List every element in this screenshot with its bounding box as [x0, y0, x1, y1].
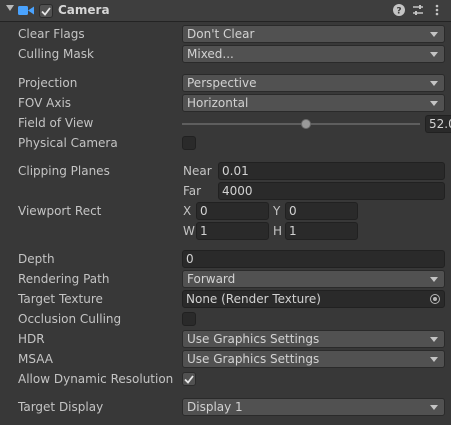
preset-icon[interactable] — [411, 3, 425, 17]
chevron-down-icon — [430, 277, 438, 282]
far-label: Far — [183, 184, 202, 198]
clear-flags-label: Clear Flags — [18, 27, 85, 41]
physical-camera-checkbox[interactable] — [182, 136, 196, 150]
chevron-down-icon — [430, 32, 438, 37]
depth-label: Depth — [18, 252, 55, 266]
msaa-label: MSAA — [18, 352, 53, 366]
field-of-view-label: Field of View — [18, 116, 94, 130]
more-options-icon[interactable] — [430, 3, 444, 17]
svg-text:?: ? — [396, 7, 401, 17]
fov-axis-value: Horizontal — [187, 96, 249, 110]
field-of-view-input[interactable]: 52.0322 — [425, 115, 451, 133]
viewport-x-input[interactable]: 0 — [196, 202, 269, 220]
allow-dynamic-resolution-label: Allow Dynamic Resolution — [18, 372, 174, 386]
near-clip-input[interactable]: 0.01 — [218, 162, 445, 180]
checkmark-icon — [184, 374, 194, 384]
object-picker-icon[interactable] — [430, 294, 440, 304]
culling-mask-dropdown[interactable]: Mixed... — [182, 45, 445, 63]
msaa-dropdown[interactable]: Use Graphics Settings — [182, 350, 445, 368]
projection-label: Projection — [18, 76, 78, 90]
clear-flags-dropdown[interactable]: Don't Clear — [182, 25, 445, 43]
depth-input[interactable]: 0 — [182, 250, 445, 268]
rendering-path-label: Rendering Path — [18, 272, 110, 286]
target-display-dropdown[interactable]: Display 1 — [182, 398, 445, 416]
far-clip-input[interactable]: 4000 — [218, 182, 445, 200]
target-display-label: Target Display — [18, 400, 104, 414]
rendering-path-value: Forward — [187, 272, 236, 286]
fov-axis-label: FOV Axis — [18, 96, 72, 110]
target-texture-object-field[interactable]: None (Render Texture) — [182, 290, 445, 308]
viewport-w-input[interactable]: 1 — [196, 222, 269, 240]
viewport-rect-label: Viewport Rect — [18, 204, 102, 218]
viewport-h-label: H — [273, 224, 283, 238]
chevron-down-icon — [430, 101, 438, 106]
occlusion-culling-checkbox[interactable] — [182, 312, 196, 326]
target-texture-label: Target Texture — [18, 292, 103, 306]
component-enabled-checkbox[interactable] — [39, 4, 53, 18]
projection-value: Perspective — [187, 76, 257, 90]
msaa-value: Use Graphics Settings — [187, 352, 320, 366]
physical-camera-label: Physical Camera — [18, 136, 118, 150]
checkmark-icon — [41, 6, 51, 16]
chevron-down-icon — [430, 357, 438, 362]
component-header: Camera ? — [0, 0, 451, 22]
chevron-down-icon — [430, 81, 438, 86]
hdr-dropdown[interactable]: Use Graphics Settings — [182, 330, 445, 348]
culling-mask-value: Mixed... — [187, 47, 234, 61]
clear-flags-value: Don't Clear — [187, 27, 255, 41]
viewport-y-label: Y — [273, 204, 281, 218]
target-display-value: Display 1 — [187, 400, 243, 414]
help-icon[interactable]: ? — [392, 3, 406, 17]
field-of-view-slider-thumb[interactable] — [300, 119, 311, 129]
hdr-label: HDR — [18, 332, 45, 346]
chevron-down-icon — [430, 405, 438, 410]
projection-dropdown[interactable]: Perspective — [182, 74, 445, 92]
component-title: Camera — [58, 3, 110, 17]
culling-mask-label: Culling Mask — [18, 47, 94, 61]
viewport-w-label: W — [183, 224, 195, 238]
near-label: Near — [183, 164, 212, 178]
viewport-x-label: X — [183, 204, 192, 218]
clipping-planes-label: Clipping Planes — [18, 164, 110, 178]
fov-axis-dropdown[interactable]: Horizontal — [182, 94, 445, 112]
occlusion-culling-label: Occlusion Culling — [18, 312, 122, 326]
chevron-down-icon — [430, 52, 438, 57]
hdr-value: Use Graphics Settings — [187, 332, 320, 346]
foldout-arrow-icon[interactable] — [6, 5, 14, 11]
camera-icon — [18, 6, 34, 15]
allow-dynamic-resolution-checkbox[interactable] — [182, 372, 196, 386]
viewport-h-input[interactable]: 1 — [285, 222, 358, 240]
chevron-down-icon — [430, 337, 438, 342]
rendering-path-dropdown[interactable]: Forward — [182, 270, 445, 288]
viewport-y-input[interactable]: 0 — [285, 202, 358, 220]
target-texture-value: None (Render Texture) — [186, 292, 321, 306]
